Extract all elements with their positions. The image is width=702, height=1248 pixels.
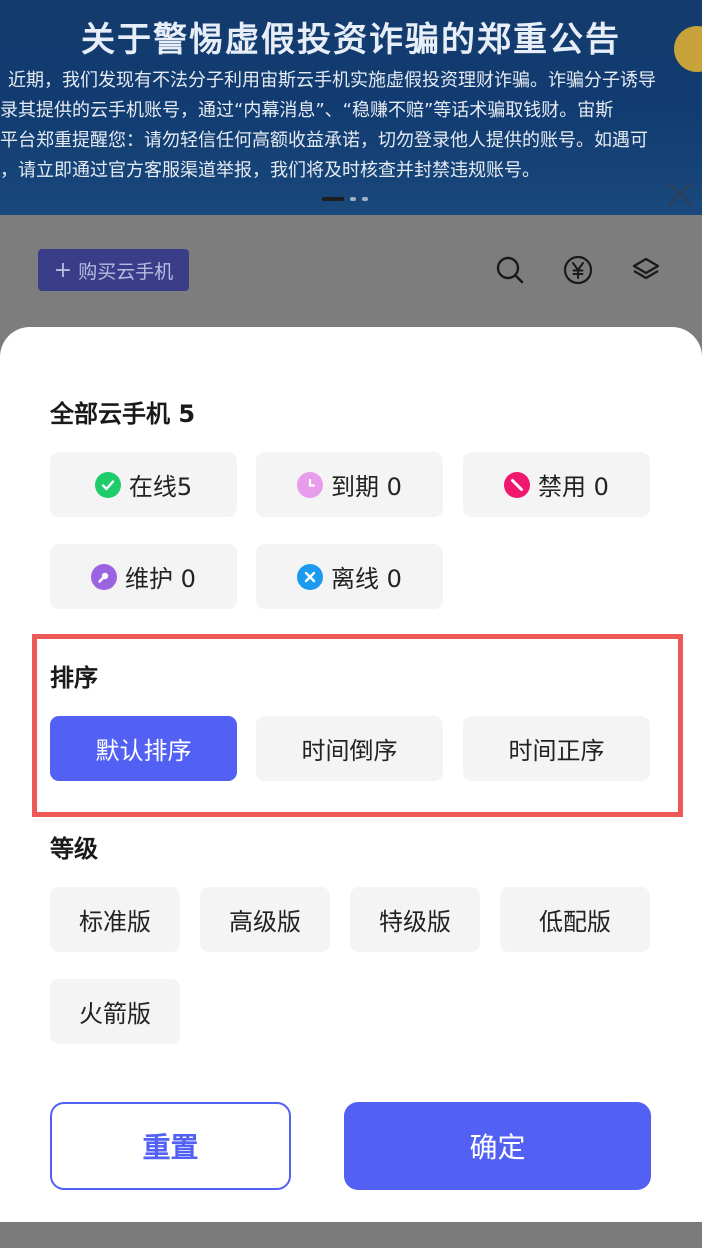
status-chip-label: 在线5 bbox=[128, 473, 193, 501]
clock-icon bbox=[297, 471, 324, 498]
level-chip-label: 标准版 bbox=[79, 908, 151, 936]
level-title: 等级 bbox=[50, 835, 98, 863]
wrench-icon bbox=[91, 563, 118, 590]
level-chip-premium[interactable]: 特级版 bbox=[350, 887, 480, 952]
x-circle-icon bbox=[297, 563, 324, 590]
level-chip-standard[interactable]: 标准版 bbox=[50, 887, 180, 952]
level-chip-label: 火箭版 bbox=[79, 1000, 151, 1028]
page-content-strip bbox=[0, 1222, 702, 1248]
status-chip-label: 到期 0 bbox=[331, 473, 402, 501]
carousel-dot bbox=[350, 197, 356, 201]
banner-text: 近期，我们发现有不法分子利用宙斯云手机实施虚假投资理财诈骗。诈骗分子诱导 录其提… bbox=[0, 66, 702, 186]
buy-cloud-phone-button[interactable]: + 购买云手机 bbox=[38, 249, 189, 291]
carousel-dot bbox=[362, 197, 368, 201]
announcement-banner[interactable]: 关于警惕虚假投资诈骗的郑重公告 近期，我们发现有不法分子利用宙斯云手机实施虚假投… bbox=[0, 0, 702, 215]
status-chip-label: 维护 0 bbox=[125, 565, 196, 593]
check-circle-icon bbox=[94, 471, 121, 498]
banner-line: ，请立即通过官方客服渠道举报，我们将及时核查并封禁违规账号。 bbox=[0, 160, 540, 181]
level-chip-low-spec[interactable]: 低配版 bbox=[500, 887, 650, 952]
status-chip-expired[interactable]: 到期 0 bbox=[256, 452, 443, 517]
level-chip-advanced[interactable]: 高级版 bbox=[200, 887, 330, 952]
all-phones-title: 全部云手机 5 bbox=[50, 400, 196, 428]
status-chip-banned[interactable]: 禁用 0 bbox=[463, 452, 650, 517]
status-chip-label: 禁用 0 bbox=[538, 473, 609, 501]
level-chip-label: 高级版 bbox=[229, 908, 301, 936]
status-chip-offline[interactable]: 离线 0 bbox=[256, 544, 443, 609]
ban-icon bbox=[504, 471, 531, 498]
yuan-icon[interactable] bbox=[562, 254, 594, 286]
banner-line: 录其提供的云手机账号，通过“内幕消息”、“稳赚不赔”等话术骗取钱财。宙斯 bbox=[0, 100, 614, 121]
sort-chip-time-desc[interactable]: 时间倒序 bbox=[256, 716, 443, 781]
level-chip-rocket[interactable]: 火箭版 bbox=[50, 979, 180, 1044]
reset-button[interactable]: 重置 bbox=[50, 1102, 291, 1190]
sort-title: 排序 bbox=[50, 664, 98, 692]
banner-line: 近期，我们发现有不法分子利用宙斯云手机实施虚假投资理财诈骗。诈骗分子诱导 bbox=[8, 70, 656, 91]
carousel-dot bbox=[322, 197, 344, 201]
level-chip-label: 低配版 bbox=[539, 908, 611, 936]
status-chip-online[interactable]: 在线5 bbox=[50, 452, 237, 517]
sort-chip-label: 时间倒序 bbox=[301, 737, 398, 765]
search-icon[interactable] bbox=[494, 254, 526, 286]
banner-title: 关于警惕虚假投资诈骗的郑重公告 bbox=[81, 20, 621, 60]
close-icon[interactable] bbox=[666, 180, 694, 208]
layers-icon[interactable] bbox=[630, 254, 662, 286]
sort-chip-label: 默认排序 bbox=[95, 737, 192, 765]
status-chip-label: 离线 0 bbox=[331, 565, 402, 593]
buy-button-label: 购买云手机 bbox=[78, 260, 174, 283]
confirm-button[interactable]: 确定 bbox=[344, 1102, 651, 1190]
sort-chip-time-asc[interactable]: 时间正序 bbox=[463, 716, 650, 781]
plus-icon: + bbox=[53, 257, 73, 283]
sort-chip-label: 时间正序 bbox=[508, 737, 605, 765]
carousel-indicator bbox=[322, 197, 368, 201]
level-chip-label: 特级版 bbox=[379, 908, 451, 936]
sort-chip-default[interactable]: 默认排序 bbox=[50, 716, 237, 781]
banner-line: 平台郑重提醒您：请勿轻信任何高额收益承诺，切勿登录他人提供的账号。如遇可 bbox=[0, 130, 648, 151]
status-chip-maintenance[interactable]: 维护 0 bbox=[50, 544, 237, 609]
